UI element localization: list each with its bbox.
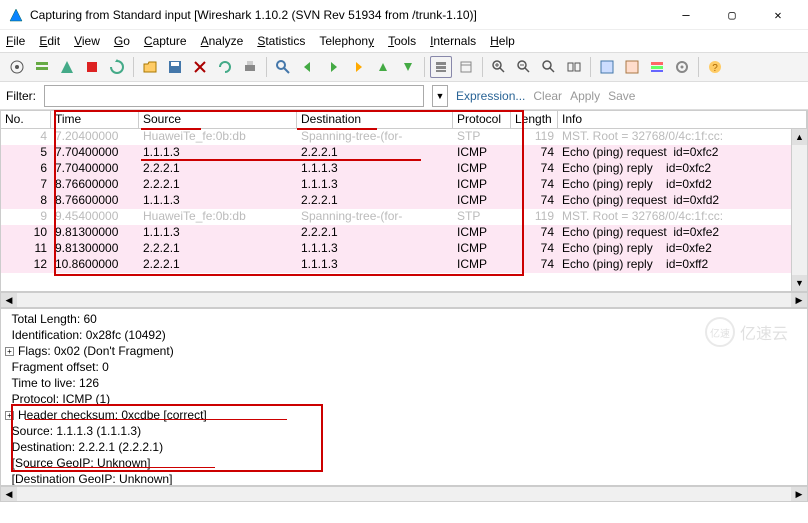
menu-view[interactable]: View [74, 34, 100, 48]
coloring-rules-icon[interactable] [646, 56, 668, 78]
minimize-button[interactable]: — [664, 2, 708, 28]
col-time[interactable]: Time [51, 111, 139, 128]
filterbar: Filter: ▼ Expression... Clear Apply Save [0, 82, 808, 110]
maximize-button[interactable]: ▢ [710, 2, 754, 28]
hscrollbar-details[interactable]: ◀ ▶ [0, 486, 808, 502]
zoom-in-icon[interactable] [488, 56, 510, 78]
goto-last-icon[interactable] [397, 56, 419, 78]
detail-identification: Identification: 0x28fc (10492) [5, 327, 803, 343]
detail-source: Source: 1.1.1.3 (1.1.1.3) [5, 423, 803, 439]
filter-input[interactable] [44, 85, 424, 107]
details-pane[interactable]: Total Length: 60 Identification: 0x28fc … [0, 308, 808, 486]
menu-file[interactable]: File [6, 34, 25, 48]
detail-src-geoip: [Source GeoIP: Unknown] [5, 455, 803, 471]
table-row[interactable]: 99.45400000HuaweiTe_fe:0b:dbSpanning-tre… [1, 209, 807, 225]
goto-first-icon[interactable] [372, 56, 394, 78]
save-link[interactable]: Save [608, 89, 635, 103]
menubar: File Edit View Go Capture Analyze Statis… [0, 30, 808, 52]
hscrollbar-packets[interactable]: ◀ ▶ [0, 292, 808, 308]
table-row[interactable]: 88.766000001.1.1.32.2.2.1ICMP74Echo (pin… [1, 193, 807, 209]
menu-tools[interactable]: Tools [388, 34, 416, 48]
restart-icon[interactable] [106, 56, 128, 78]
display-filters-icon[interactable] [621, 56, 643, 78]
scroll-up-icon[interactable]: ▲ [792, 129, 807, 145]
zoom-100-icon[interactable] [538, 56, 560, 78]
menu-internals[interactable]: Internals [430, 34, 476, 48]
prefs-icon[interactable] [671, 56, 693, 78]
find-icon[interactable] [272, 56, 294, 78]
detail-checksum[interactable]: +Header checksum: 0xcdbe [correct] [5, 407, 803, 423]
capture-filters-icon[interactable] [596, 56, 618, 78]
detail-fragment: Fragment offset: 0 [5, 359, 803, 375]
menu-edit[interactable]: Edit [39, 34, 60, 48]
table-row[interactable]: 57.704000001.1.1.32.2.2.1ICMP74Echo (pin… [1, 145, 807, 161]
open-icon[interactable] [139, 56, 161, 78]
table-row[interactable]: 109.813000001.1.1.32.2.2.1ICMP74Echo (pi… [1, 225, 807, 241]
back-icon[interactable] [297, 56, 319, 78]
window-title: Capturing from Standard input [Wireshark… [30, 8, 664, 22]
table-row[interactable]: 119.813000002.2.2.11.1.1.3ICMP74Echo (pi… [1, 241, 807, 257]
col-source[interactable]: Source [139, 111, 297, 128]
start-icon[interactable] [56, 56, 78, 78]
detail-flags[interactable]: +Flags: 0x02 (Don't Fragment) [5, 343, 803, 359]
menu-telephony[interactable]: Telephony [319, 34, 374, 48]
col-destination[interactable]: Destination [297, 111, 453, 128]
filter-label: Filter: [6, 89, 36, 103]
close-button[interactable]: ✕ [756, 2, 800, 28]
packet-list: No. Time Source Destination Protocol Len… [0, 110, 808, 292]
scroll-left-icon[interactable]: ◀ [1, 293, 17, 307]
detail-total-length: Total Length: 60 [5, 311, 803, 327]
table-row[interactable]: 47.20400000HuaweiTe_fe:0b:dbSpanning-tre… [1, 129, 807, 145]
help-icon[interactable]: ? [704, 56, 726, 78]
zoom-out-icon[interactable] [513, 56, 535, 78]
col-info[interactable]: Info [558, 111, 807, 128]
titlebar: Capturing from Standard input [Wireshark… [0, 0, 808, 30]
filter-dropdown-icon[interactable]: ▼ [432, 85, 448, 107]
scroll-down-icon[interactable]: ▼ [792, 275, 807, 291]
expand-icon[interactable]: + [5, 347, 14, 356]
app-icon [8, 7, 24, 23]
scroll-left-icon[interactable]: ◀ [1, 487, 17, 501]
interfaces-icon[interactable] [6, 56, 28, 78]
options-icon[interactable] [31, 56, 53, 78]
table-row[interactable]: 78.766000002.2.2.11.1.1.3ICMP74Echo (pin… [1, 177, 807, 193]
clear-link[interactable]: Clear [533, 89, 562, 103]
colorize-icon[interactable] [430, 56, 452, 78]
menu-statistics[interactable]: Statistics [257, 34, 305, 48]
svg-text:?: ? [712, 63, 718, 74]
menu-go[interactable]: Go [114, 34, 130, 48]
col-length[interactable]: Length [511, 111, 558, 128]
packet-rows[interactable]: 47.20400000HuaweiTe_fe:0b:dbSpanning-tre… [1, 129, 807, 273]
menu-help[interactable]: Help [490, 34, 515, 48]
expression-link[interactable]: Expression... [456, 89, 525, 103]
stop-icon[interactable] [81, 56, 103, 78]
forward-icon[interactable] [322, 56, 344, 78]
apply-link[interactable]: Apply [570, 89, 600, 103]
detail-destination: Destination: 2.2.2.1 (2.2.2.1) [5, 439, 803, 455]
scroll-right-icon[interactable]: ▶ [791, 487, 807, 501]
col-protocol[interactable]: Protocol [453, 111, 511, 128]
detail-protocol: Protocol: ICMP (1) [5, 391, 803, 407]
scroll-right-icon[interactable]: ▶ [791, 293, 807, 307]
reload-icon[interactable] [214, 56, 236, 78]
menu-analyze[interactable]: Analyze [201, 34, 244, 48]
print-icon[interactable] [239, 56, 261, 78]
close-file-icon[interactable] [189, 56, 211, 78]
col-no[interactable]: No. [1, 111, 51, 128]
table-row[interactable]: 67.704000002.2.2.11.1.1.3ICMP74Echo (pin… [1, 161, 807, 177]
toolbar: ? [0, 52, 808, 82]
expand-icon[interactable]: + [5, 411, 14, 420]
jump-icon[interactable] [347, 56, 369, 78]
menu-capture[interactable]: Capture [144, 34, 187, 48]
vscrollbar[interactable]: ▲ ▼ [791, 129, 807, 291]
autoscroll-icon[interactable] [455, 56, 477, 78]
detail-dst-geoip: [Destination GeoIP: Unknown] [5, 471, 803, 486]
detail-ttl: Time to live: 126 [5, 375, 803, 391]
packet-header: No. Time Source Destination Protocol Len… [1, 111, 807, 129]
table-row[interactable]: 1210.86000002.2.2.11.1.1.3ICMP74Echo (pi… [1, 257, 807, 273]
resize-cols-icon[interactable] [563, 56, 585, 78]
save-icon[interactable] [164, 56, 186, 78]
